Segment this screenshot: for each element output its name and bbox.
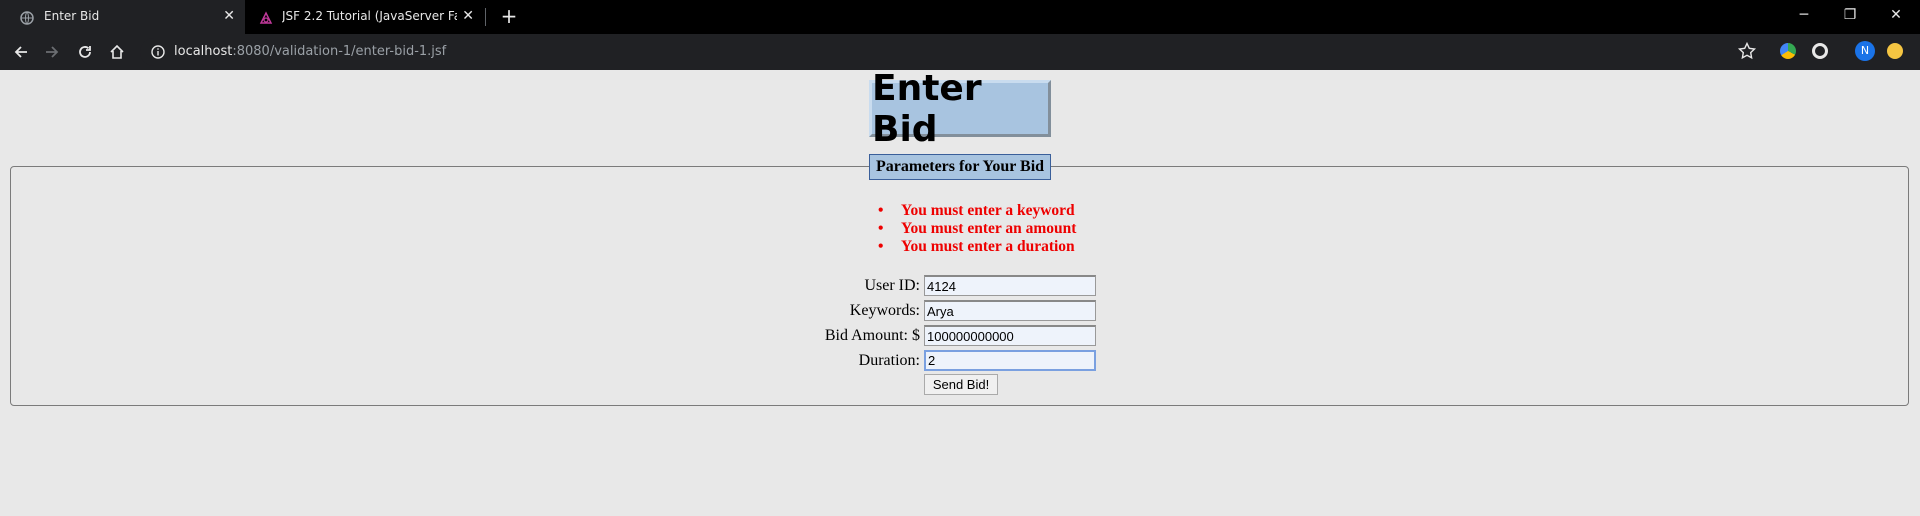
user-id-row: User ID: [0,275,1920,297]
info-icon[interactable] [151,45,165,59]
tab-jsf-tutorial[interactable]: JSF 2.2 Tutorial (JavaServer Faces ✕ [248,0,484,34]
bookmark-star-icon[interactable] [1737,41,1757,61]
url-path: :8080/validation-1/enter-bid-1.jsf [232,44,447,59]
error-list: You must enter a keyword You must enter … [878,202,1076,256]
duration-label: Duration: [858,352,920,369]
address-bar[interactable]: localhost:8080/validation-1/enter-bid-1.… [140,38,1760,66]
tab-enter-bid[interactable]: Enter Bid ✕ [0,0,245,34]
keywords-input[interactable] [924,300,1096,321]
extension-record-icon[interactable] [1812,43,1828,59]
jsf-logo-icon [259,11,273,24]
window-close-icon[interactable]: ✕ [1873,0,1919,30]
fieldset-legend: Parameters for Your Bid [869,154,1051,180]
back-arrow-icon[interactable] [9,40,33,64]
minimize-icon[interactable]: ─ [1781,0,1827,30]
close-icon[interactable]: ✕ [462,8,474,24]
duration-row: Duration: [0,350,1920,372]
tab-title: JSF 2.2 Tutorial (JavaServer Faces [282,9,457,23]
error-message: You must enter an amount [878,220,1076,238]
page-title: Enter Bid [872,67,982,150]
home-icon[interactable] [105,40,129,64]
legend-text: Parameters for Your Bid [875,158,1045,175]
duration-input[interactable] [924,350,1096,371]
user-id-label: User ID: [864,277,920,294]
page-content: Enter Bid Parameters for Your Bid You mu… [0,68,1920,516]
tab-strip: Enter Bid ✕ JSF 2.2 Tutorial (JavaServer… [0,0,1920,34]
restore-icon[interactable]: ❐ [1827,0,1873,30]
keywords-row: Keywords: [0,300,1920,322]
url-host: localhost [174,44,233,59]
url-text: localhost:8080/validation-1/enter-bid-1.… [174,44,446,59]
bid-amount-label: Bid Amount: $ [824,327,920,344]
error-message: You must enter a keyword [878,202,1076,220]
avatar[interactable]: N [1855,41,1875,61]
keywords-label: Keywords: [849,302,920,319]
close-icon[interactable]: ✕ [223,8,235,24]
user-id-input[interactable] [924,275,1096,296]
reload-icon[interactable] [73,40,97,64]
tab-separator [485,8,486,26]
forward-arrow-icon[interactable] [40,40,64,64]
page-title-box: Enter Bid [869,68,1051,150]
error-message: You must enter a duration [878,238,1076,256]
extension-sun-icon[interactable] [1887,43,1903,59]
bid-amount-row: Bid Amount: $ [0,325,1920,347]
browser-toolbar: localhost:8080/validation-1/enter-bid-1.… [0,34,1920,70]
tab-title: Enter Bid [44,9,100,23]
globe-icon [20,11,34,25]
extension-icon[interactable] [1780,43,1796,59]
bid-amount-input[interactable] [924,325,1096,346]
new-tab-plus-icon[interactable]: + [498,5,520,27]
send-bid-button[interactable]: Send Bid! [924,374,998,395]
